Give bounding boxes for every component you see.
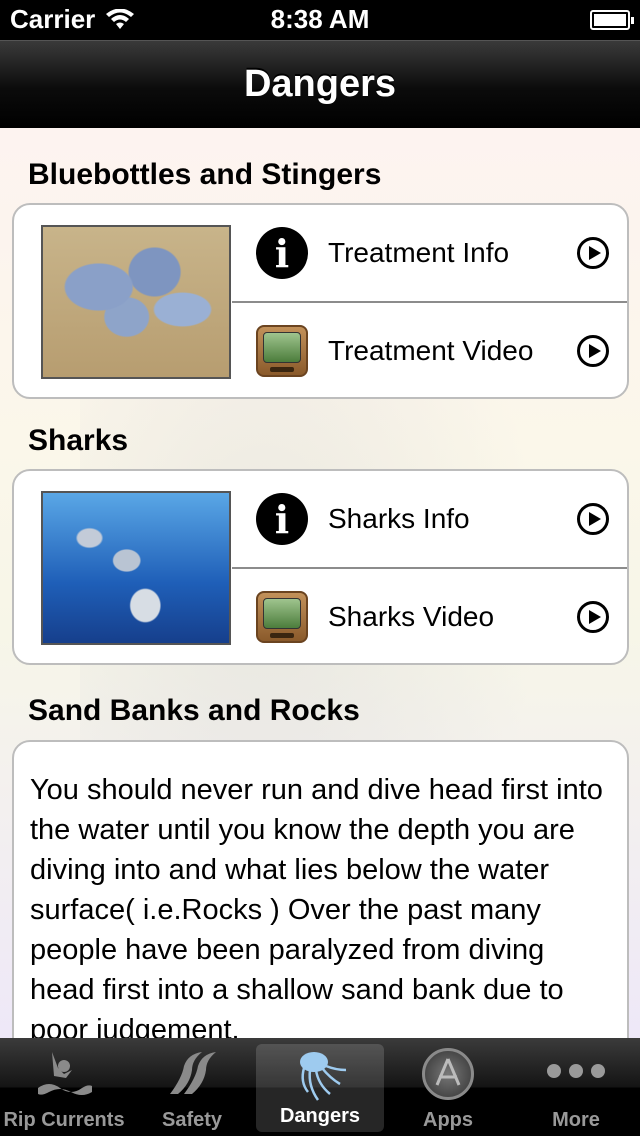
- section-title-bluebottles: Bluebottles and Stingers: [28, 158, 382, 191]
- app-store-icon: [422, 1048, 474, 1100]
- jellyfish-icon: [300, 1052, 347, 1101]
- treatment-video-row[interactable]: Treatment Video: [232, 303, 627, 397]
- tab-rip-currents[interactable]: Rip Currents: [0, 1038, 128, 1136]
- tab-label-more: More: [552, 1109, 600, 1131]
- disclosure-arrow-icon[interactable]: [577, 335, 609, 367]
- sharks-card: i Sharks Info Sharks Video: [12, 469, 629, 665]
- sharks-video-row[interactable]: Sharks Video: [232, 569, 627, 663]
- disclosure-arrow-icon[interactable]: [577, 503, 609, 535]
- tab-label-safety: Safety: [161, 1109, 223, 1131]
- tab-label-dangers: Dangers: [279, 1105, 361, 1127]
- section-title-sharks: Sharks: [28, 424, 129, 457]
- status-time: 8:38 AM: [270, 4, 370, 34]
- tab-more[interactable]: More: [512, 1038, 640, 1136]
- sand-banks-text: You should never run and dive head first…: [30, 774, 603, 1038]
- tab-bar: Rip Currents Safety Dangers Apps More: [0, 1038, 640, 1136]
- swimmer-icon: [38, 1052, 92, 1095]
- battery-icon: [590, 10, 634, 30]
- navigation-bar: Dangers: [0, 40, 640, 128]
- tab-label-rip-currents: Rip Currents: [3, 1109, 125, 1131]
- info-icon: i: [256, 227, 308, 279]
- tab-dangers[interactable]: Dangers: [256, 1044, 384, 1132]
- sharks-info-row[interactable]: i Sharks Info: [232, 471, 627, 567]
- sharks-thumbnail: [41, 491, 231, 645]
- waves-icon: [170, 1052, 216, 1094]
- more-icon: [547, 1064, 605, 1078]
- tab-label-apps: Apps: [423, 1109, 473, 1131]
- treatment-info-label: Treatment Info: [328, 237, 510, 268]
- tab-safety[interactable]: Safety: [128, 1038, 256, 1136]
- video-icon: [256, 591, 308, 643]
- tab-apps[interactable]: Apps: [384, 1038, 512, 1136]
- bluebottles-card: i Treatment Info Treatment Video: [12, 203, 629, 399]
- status-bar: Carrier 8:38 AM: [0, 0, 640, 40]
- treatment-info-row[interactable]: i Treatment Info: [232, 205, 627, 301]
- sand-banks-card: You should never run and dive head first…: [12, 740, 629, 1038]
- section-title-sand-banks: Sand Banks and Rocks: [28, 694, 360, 727]
- disclosure-arrow-icon[interactable]: [577, 237, 609, 269]
- info-icon: i: [256, 493, 308, 545]
- sharks-info-label: Sharks Info: [328, 503, 470, 534]
- disclosure-arrow-icon[interactable]: [577, 601, 609, 633]
- bluebottles-thumbnail: [41, 225, 231, 379]
- sharks-video-label: Sharks Video: [328, 601, 495, 632]
- content-area[interactable]: Bluebottles and Stingers i Treatment Inf…: [0, 128, 640, 1038]
- treatment-video-label: Treatment Video: [328, 335, 534, 366]
- video-icon: [256, 325, 308, 377]
- page-title: Dangers: [243, 63, 397, 105]
